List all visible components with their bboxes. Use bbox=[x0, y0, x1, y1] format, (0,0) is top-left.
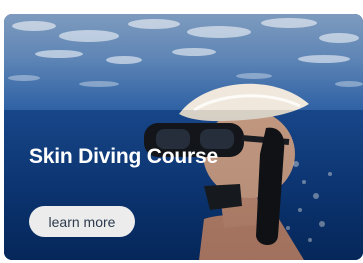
image-overlay bbox=[4, 110, 363, 260]
course-title: Skin Diving Course bbox=[29, 145, 218, 168]
course-card[interactable]: Skin Diving Course learn more bbox=[4, 14, 363, 260]
learn-more-button[interactable]: learn more bbox=[29, 206, 135, 237]
